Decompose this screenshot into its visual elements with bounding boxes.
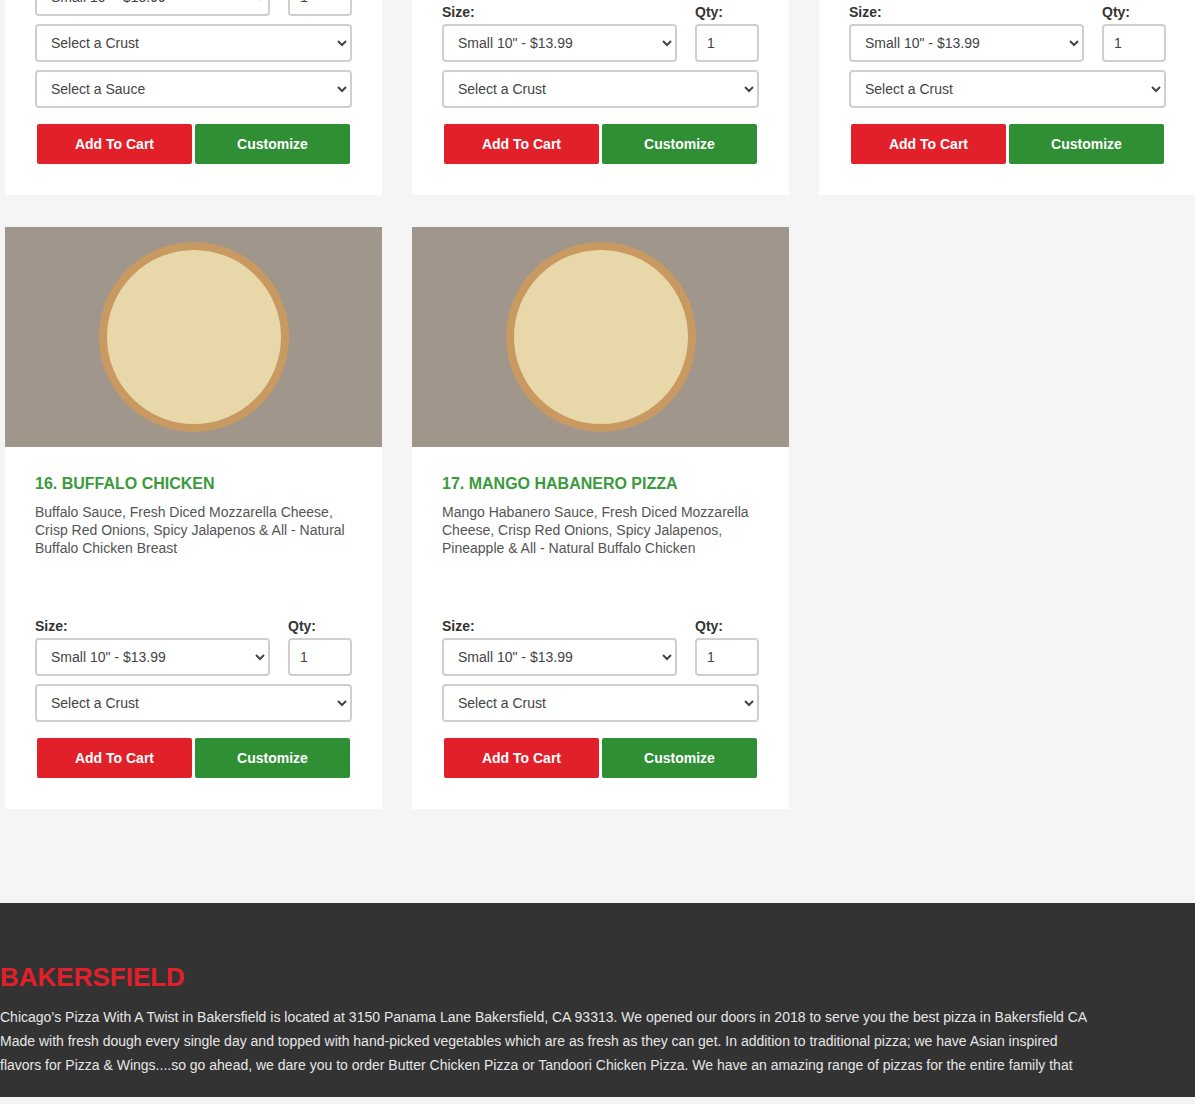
size-select[interactable]: Small 10" - $13.99: [442, 638, 677, 676]
card-buttons: Add To CartCustomize: [35, 738, 352, 778]
card-buttons: Add To CartCustomize: [442, 124, 759, 164]
order-form: Small 10" - $13.99 Select a Crust Select a…: [35, 0, 352, 164]
menu-card: Size: Qty: Small 10" - $13.99 Select a Crus…: [819, 0, 1195, 195]
footer-text: flavors for Pizza & Wings....so go ahead…: [0, 1053, 1195, 1077]
size-select[interactable]: Small 10" - $13.99: [35, 638, 270, 676]
order-form: Size: Qty: Small 10" - $13.99 Select a Crus…: [442, 3, 759, 164]
add-to-cart-button[interactable]: Add To Cart: [444, 738, 599, 778]
pizza-disc: [99, 242, 289, 432]
qty-input[interactable]: [695, 24, 759, 62]
label-row: Size: Qty:: [849, 3, 1166, 24]
footer-text: Chicago’s Pizza With A Twist in Bakersfi…: [0, 1005, 1195, 1029]
size-row: Small 10" - $13.99: [849, 24, 1166, 62]
menu-card: 16. BUFFALO CHICKEN Buffalo Sauce, Fresh …: [5, 227, 382, 809]
customize-button[interactable]: Customize: [195, 124, 350, 164]
pizza-photo: [412, 227, 789, 447]
page: Small 10" - $13.99 Select a Crust Select a…: [0, 0, 1195, 1097]
menu-row: Small 10" - $13.99 Select a Crust Select a…: [0, 0, 1195, 195]
option-select[interactable]: Select a Crust: [849, 70, 1166, 108]
order-form: Size: Qty: Small 10" - $13.99 Select a Crus…: [442, 557, 759, 778]
add-to-cart-button[interactable]: Add To Cart: [37, 738, 192, 778]
size-label: Size:: [442, 617, 677, 635]
size-row: Small 10" - $13.99: [442, 638, 759, 676]
qty-input[interactable]: [1102, 24, 1166, 62]
size-select[interactable]: Small 10" - $13.99: [849, 24, 1084, 62]
order-form: Size: Qty: Small 10" - $13.99 Select a Crus…: [849, 3, 1166, 164]
pizza-disc: [506, 242, 696, 432]
add-to-cart-button[interactable]: Add To Cart: [37, 124, 192, 164]
customize-button[interactable]: Customize: [195, 738, 350, 778]
menu-card: Size: Qty: Small 10" - $13.99 Select a Crus…: [412, 0, 789, 195]
qty-input[interactable]: [288, 0, 352, 16]
card-body: 16. BUFFALO CHICKEN Buffalo Sauce, Fresh …: [5, 447, 382, 809]
qty-label: Qty:: [695, 3, 759, 21]
card-buttons: Add To CartCustomize: [849, 124, 1166, 164]
size-row: Small 10" - $13.99: [35, 0, 352, 16]
card-description: Mango Habanero Sauce, Fresh Diced Mozzar…: [442, 503, 759, 557]
label-row: Size: Qty:: [35, 617, 352, 638]
customize-button[interactable]: Customize: [1009, 124, 1164, 164]
qty-label: Qty:: [288, 617, 352, 635]
card-buttons: Add To CartCustomize: [442, 738, 759, 778]
qty-input[interactable]: [288, 638, 352, 676]
footer: BAKERSFIELD Chicago’s Pizza With A Twist …: [0, 903, 1195, 1097]
customize-button[interactable]: Customize: [602, 124, 757, 164]
size-row: Small 10" - $13.99: [35, 638, 352, 676]
add-to-cart-button[interactable]: Add To Cart: [444, 124, 599, 164]
option-select[interactable]: Select a Sauce: [35, 70, 352, 108]
card-body: Small 10" - $13.99 Select a Crust Select a…: [5, 0, 382, 195]
size-label: Size:: [35, 617, 270, 635]
size-row: Small 10" - $13.99: [442, 24, 759, 62]
size-label: Size:: [442, 3, 677, 21]
card-title: 17. MANGO HABANERO PIZZA: [442, 474, 759, 494]
label-row: Size: Qty:: [442, 3, 759, 24]
card-body: 17. MANGO HABANERO PIZZA Mango Habanero S…: [412, 447, 789, 809]
size-select[interactable]: Small 10" - $13.99: [35, 0, 270, 16]
option-select[interactable]: Select a Crust: [35, 24, 352, 62]
option-select[interactable]: Select a Crust: [442, 70, 759, 108]
footer-title: BAKERSFIELD: [0, 961, 1195, 993]
menu-row: 16. BUFFALO CHICKEN Buffalo Sauce, Fresh …: [0, 227, 1195, 809]
size-select[interactable]: Small 10" - $13.99: [442, 24, 677, 62]
add-to-cart-button[interactable]: Add To Cart: [851, 124, 1006, 164]
size-label: Size:: [849, 3, 1084, 21]
card-body: Size: Qty: Small 10" - $13.99 Select a Crus…: [819, 0, 1195, 195]
order-form: Size: Qty: Small 10" - $13.99 Select a Crus…: [35, 557, 352, 778]
pizza-photo: [5, 227, 382, 447]
label-row: Size: Qty:: [442, 617, 759, 638]
menu-card: Small 10" - $13.99 Select a Crust Select a…: [5, 0, 382, 195]
card-body: Size: Qty: Small 10" - $13.99 Select a Crus…: [412, 0, 789, 195]
option-select[interactable]: Select a Crust: [442, 684, 759, 722]
qty-label: Qty:: [1102, 3, 1166, 21]
card-buttons: Add To CartCustomize: [35, 124, 352, 164]
footer-text: Made with fresh dough every single day a…: [0, 1029, 1195, 1053]
card-title: 16. BUFFALO CHICKEN: [35, 474, 352, 494]
menu-card: 17. MANGO HABANERO PIZZA Mango Habanero S…: [412, 227, 789, 809]
customize-button[interactable]: Customize: [602, 738, 757, 778]
qty-input[interactable]: [695, 638, 759, 676]
card-description: Buffalo Sauce, Fresh Diced Mozzarella Ch…: [35, 503, 352, 557]
qty-label: Qty:: [695, 617, 759, 635]
option-select[interactable]: Select a Crust: [35, 684, 352, 722]
